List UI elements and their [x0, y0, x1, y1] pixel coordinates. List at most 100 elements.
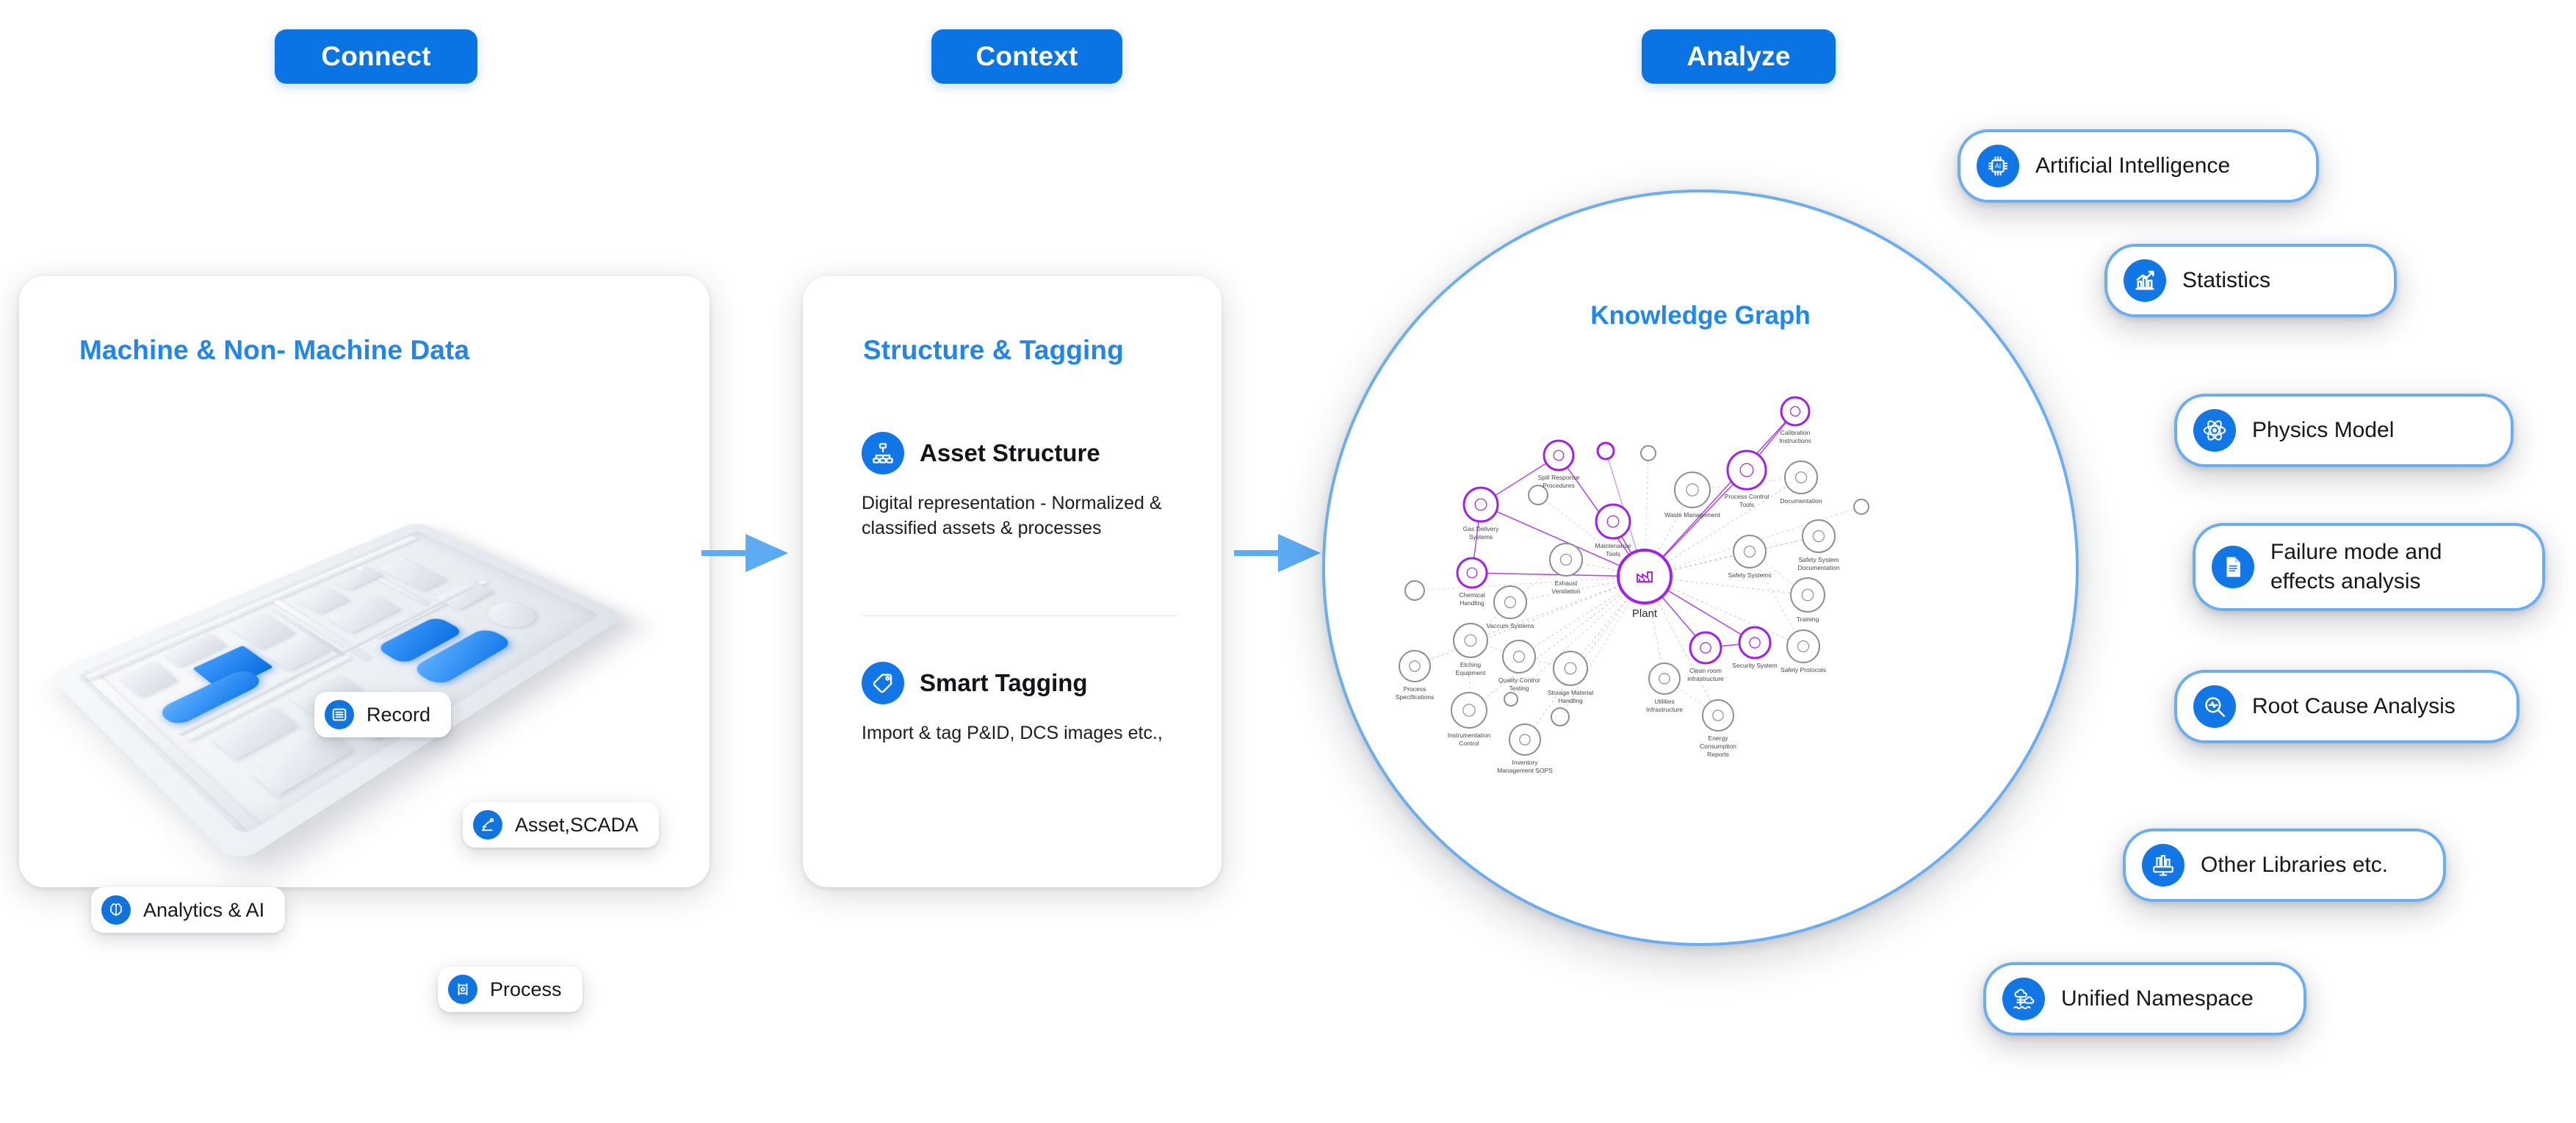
svg-text:Safety Systems: Safety Systems [1728, 571, 1771, 579]
graph-center-node: Plant [1618, 550, 1671, 620]
svg-text:Maintenance: Maintenance [1595, 542, 1631, 549]
document-icon [2212, 546, 2254, 588]
svg-text:Inventory: Inventory [1512, 759, 1539, 766]
chip-analytics-ai[interactable]: Analytics & AI [91, 887, 285, 933]
svg-text:Safety System: Safety System [1799, 556, 1839, 563]
arrow-connect-to-context [701, 518, 797, 584]
svg-text:Chemical: Chemical [1459, 591, 1485, 599]
factory-illustration [73, 438, 668, 864]
chip-process[interactable]: Process [438, 967, 582, 1012]
graph-node: CalibrationInstructions [1779, 397, 1811, 444]
step-button-analyze[interactable]: Analyze [1642, 29, 1836, 84]
graph-node: InstrumentationControl [1448, 693, 1491, 747]
svg-text:Ventilation: Ventilation [1551, 588, 1580, 595]
svg-text:infrastructure: infrastructure [1687, 675, 1724, 682]
svg-text:Consumption: Consumption [1700, 743, 1736, 750]
graph-node: EtchingEquipment [1454, 624, 1487, 676]
svg-text:Handling: Handling [1460, 599, 1484, 607]
connect-card-title: Machine & Non- Machine Data [79, 335, 469, 366]
graph-node: Safety Systems [1728, 535, 1771, 579]
svg-text:Instrumentation: Instrumentation [1448, 732, 1491, 739]
graph-node: Quality ControlTesting [1498, 640, 1540, 692]
graph-node: UtilitiesInfrastructure [1646, 663, 1683, 713]
namespace-cloud-icon [2002, 978, 2045, 1020]
svg-text:Handling: Handling [1558, 697, 1583, 704]
svg-text:Process Control: Process Control [1725, 493, 1769, 500]
svg-text:Reports: Reports [1707, 751, 1729, 758]
svg-text:Testing: Testing [1509, 685, 1529, 692]
step-button-context[interactable]: Context [931, 29, 1122, 84]
graph-node: Process ControlTools [1725, 451, 1769, 508]
graph-node: Safety Protocols [1781, 630, 1826, 674]
svg-text:Waste Management: Waste Management [1664, 511, 1720, 519]
svg-text:Tools: Tools [1606, 550, 1620, 557]
graph-node: Clean roominfrastructure [1687, 632, 1724, 682]
pill-artificial-intelligence-label: Artificial Intelligence [2035, 151, 2230, 181]
graph-node: Documentation [1780, 461, 1822, 505]
svg-text:Gas Delivery: Gas Delivery [1463, 525, 1499, 532]
chip-record[interactable]: Record [314, 692, 451, 737]
svg-text:Systems: Systems [1469, 533, 1493, 541]
robot-arm-icon [473, 810, 502, 839]
chip-analytics-ai-label: Analytics & AI [143, 899, 264, 922]
magnifier-pulse-icon [2193, 685, 2236, 728]
pill-failure-mode-effects-analysis[interactable]: Failure mode and effects analysis [2193, 523, 2545, 611]
svg-text:Safety Protocols: Safety Protocols [1781, 666, 1826, 674]
feature-smart-tagging: Smart Tagging Import & tag P&ID, DCS ima… [862, 662, 1177, 745]
library-monitor-icon [2142, 844, 2184, 887]
tag-icon [862, 662, 904, 704]
svg-text:Documentation: Documentation [1780, 497, 1822, 505]
svg-text:Clean room: Clean room [1689, 667, 1722, 674]
graph-node: Safety SystemDocumentation [1797, 520, 1839, 571]
graph-node: Gas DeliverySystems [1463, 488, 1499, 541]
svg-text:Procedures: Procedures [1543, 482, 1574, 489]
svg-text:Storage Material: Storage Material [1548, 689, 1593, 696]
pill-other-libraries[interactable]: Other Libraries etc. [2123, 828, 2446, 902]
svg-text:Energy: Energy [1709, 734, 1729, 742]
record-icon [325, 700, 354, 729]
svg-text:Training: Training [1797, 615, 1819, 623]
graph-node: Training [1791, 578, 1825, 623]
feature-smart-tagging-title: Smart Tagging [920, 669, 1088, 697]
graph-node: ProcessSpecifications [1396, 651, 1434, 701]
arrow-context-to-analyze [1234, 518, 1330, 584]
hierarchy-icon [862, 432, 904, 474]
graph-node: Vaccum Systems [1486, 586, 1534, 629]
knowledge-graph-circle: Knowledge Graph Spill Response Procedures… [1322, 189, 2079, 946]
pill-physics-model[interactable]: Physics Model [2174, 394, 2514, 467]
context-card-title: Structure & Tagging [863, 335, 1124, 366]
svg-text:Specifications: Specifications [1396, 693, 1434, 701]
svg-text:Utilities: Utilities [1654, 698, 1674, 705]
graph-node: Waste Management [1664, 472, 1720, 519]
svg-text:Calibration: Calibration [1781, 429, 1811, 436]
pill-statistics[interactable]: Statistics [2104, 244, 2397, 317]
svg-text:Exhaust: Exhaust [1555, 579, 1578, 587]
step-button-connect[interactable]: Connect [275, 29, 477, 84]
graph-node: ChemicalHandling [1457, 558, 1487, 607]
feature-asset-structure-title: Asset Structure [920, 439, 1100, 467]
svg-text:Documentation: Documentation [1797, 564, 1839, 571]
svg-text:Security System: Security System [1732, 662, 1777, 669]
chip-record-label: Record [367, 704, 430, 726]
graph-node: EnergyConsumptionReports [1700, 700, 1736, 758]
chip-asset-scada[interactable]: Asset,SCADA [463, 802, 659, 848]
svg-text:Infrastructure: Infrastructure [1646, 706, 1683, 713]
knowledge-graph-visualization: Spill ResponseProceduresCalibrationInstr… [1325, 192, 2082, 949]
svg-text:Instructions: Instructions [1779, 437, 1811, 444]
svg-text:AI: AI [1995, 162, 2001, 170]
pill-unified-namespace-label: Unified Namespace [2061, 984, 2254, 1014]
pill-artificial-intelligence[interactable]: AI Artificial Intelligence [1958, 129, 2319, 203]
svg-text:Spill Response: Spill Response [1538, 474, 1580, 481]
pill-unified-namespace[interactable]: Unified Namespace [1983, 962, 2306, 1036]
svg-text:Tools: Tools [1739, 501, 1754, 508]
pill-root-cause-analysis[interactable]: Root Cause Analysis [2174, 670, 2519, 743]
graph-node: Storage MaterialHandling [1548, 651, 1593, 704]
diagram-canvas: Connect Context Analyze Machine & Non- M… [0, 0, 2576, 1123]
pill-statistics-label: Statistics [2182, 266, 2270, 295]
graph-node: InventoryManagement SOPS [1497, 724, 1553, 774]
brain-icon [101, 895, 131, 925]
pill-failure-mode-effects-analysis-label: Failure mode and effects analysis [2270, 538, 2505, 596]
feature-smart-tagging-desc: Import & tag P&ID, DCS images etc., [862, 721, 1170, 745]
svg-text:Etching: Etching [1460, 661, 1482, 668]
chip-ai-icon: AI [1977, 145, 2019, 187]
